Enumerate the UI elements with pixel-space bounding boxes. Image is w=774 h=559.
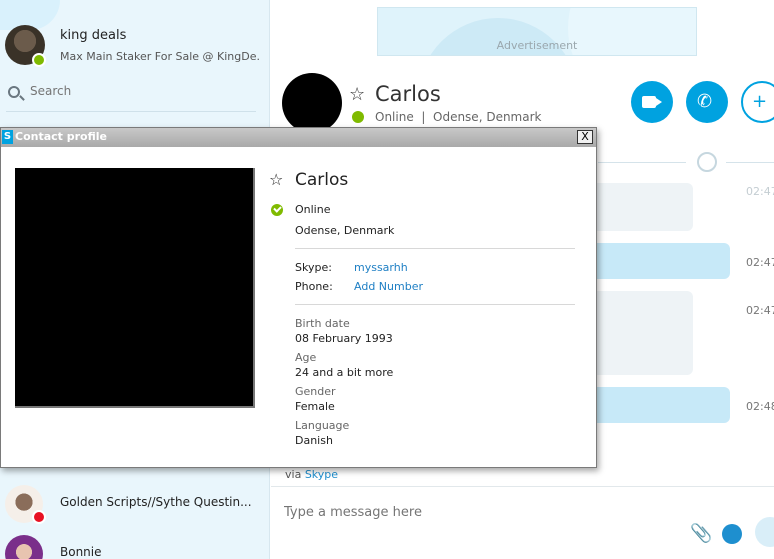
close-button[interactable]: X (577, 130, 593, 144)
phone-icon: ✆ (697, 91, 713, 112)
age-label: Age (295, 351, 317, 364)
skype-logo-icon: S (2, 130, 13, 144)
my-mood-message[interactable]: Max Main Staker For Sale @ KingDe... (60, 50, 260, 63)
online-status-icon (352, 111, 364, 123)
phone-label: Phone: (295, 280, 333, 293)
attach-file-icon[interactable]: 📎 (690, 523, 712, 544)
send-icon[interactable] (755, 517, 774, 547)
my-status-online-icon (32, 53, 46, 67)
birth-date-label: Birth date (295, 317, 350, 330)
date-divider (598, 162, 686, 163)
message-time: 02:47 (746, 185, 774, 198)
conversation-status-location: Online | Odense, Denmark (375, 110, 542, 124)
section-divider (295, 248, 575, 249)
birth-date-value: 08 February 1993 (295, 332, 393, 345)
section-divider (295, 304, 575, 305)
conversation-contact-name[interactable]: Carlos (375, 82, 441, 106)
profile-name: Carlos (295, 170, 349, 190)
dialog-titlebar[interactable]: S Contact profile X (1, 128, 596, 147)
audio-call-button[interactable]: ✆ (686, 81, 728, 123)
via-label: via (285, 468, 302, 481)
date-divider (726, 162, 774, 163)
language-label: Language (295, 419, 350, 432)
skype-name-label: Skype: (295, 261, 332, 274)
contact-list-item[interactable]: Bonnie (0, 531, 270, 559)
my-display-name[interactable]: king deals (60, 28, 126, 43)
advertisement-banner[interactable]: Advertisement (377, 7, 697, 56)
contact-name: Bonnie (60, 545, 102, 559)
dialog-title: Contact profile (15, 130, 107, 143)
age-value: 24 and a bit more (295, 366, 394, 379)
do-not-disturb-icon (32, 510, 46, 524)
language-value: Danish (295, 434, 333, 447)
message-time: 02:48 (746, 400, 774, 413)
add-people-button[interactable]: + (741, 81, 774, 123)
message-input[interactable] (284, 505, 664, 520)
contact-avatar (5, 535, 43, 559)
video-call-button[interactable] (631, 81, 673, 123)
favorite-star-icon[interactable]: ☆ (349, 84, 365, 105)
video-camera-icon (642, 96, 662, 108)
search-box[interactable] (6, 84, 256, 112)
contact-avatar-large[interactable] (282, 73, 342, 133)
search-icon (8, 86, 20, 98)
message-time: 02:47 (746, 304, 774, 317)
message-time: 02:47 (746, 256, 774, 269)
gender-value: Female (295, 400, 335, 413)
skype-name-value[interactable]: myssarhh (354, 261, 408, 274)
favorite-star-icon[interactable]: ☆ (269, 170, 283, 189)
emoticon-icon[interactable] (722, 524, 742, 544)
profile-picture (15, 168, 255, 408)
gender-label: Gender (295, 385, 336, 398)
contact-profile-dialog: S Contact profile X ☆ Carlos Online Oden… (0, 127, 597, 468)
profile-status: Online (295, 203, 331, 216)
via-skype-note: via Skype (285, 468, 338, 481)
add-number-link[interactable]: Add Number (354, 280, 423, 293)
advertisement-label: Advertisement (496, 39, 578, 52)
profile-location: Odense, Denmark (295, 224, 395, 237)
contact-list-item[interactable]: Golden Scripts//Sythe Questin... (0, 481, 270, 527)
composer-divider (271, 486, 774, 487)
skype-link[interactable]: Skype (305, 468, 338, 481)
add-person-icon: + (752, 91, 768, 112)
online-check-icon (271, 204, 283, 216)
globe-icon (697, 152, 717, 172)
search-input[interactable] (30, 84, 250, 98)
contact-name: Golden Scripts//Sythe Questin... (60, 495, 252, 509)
